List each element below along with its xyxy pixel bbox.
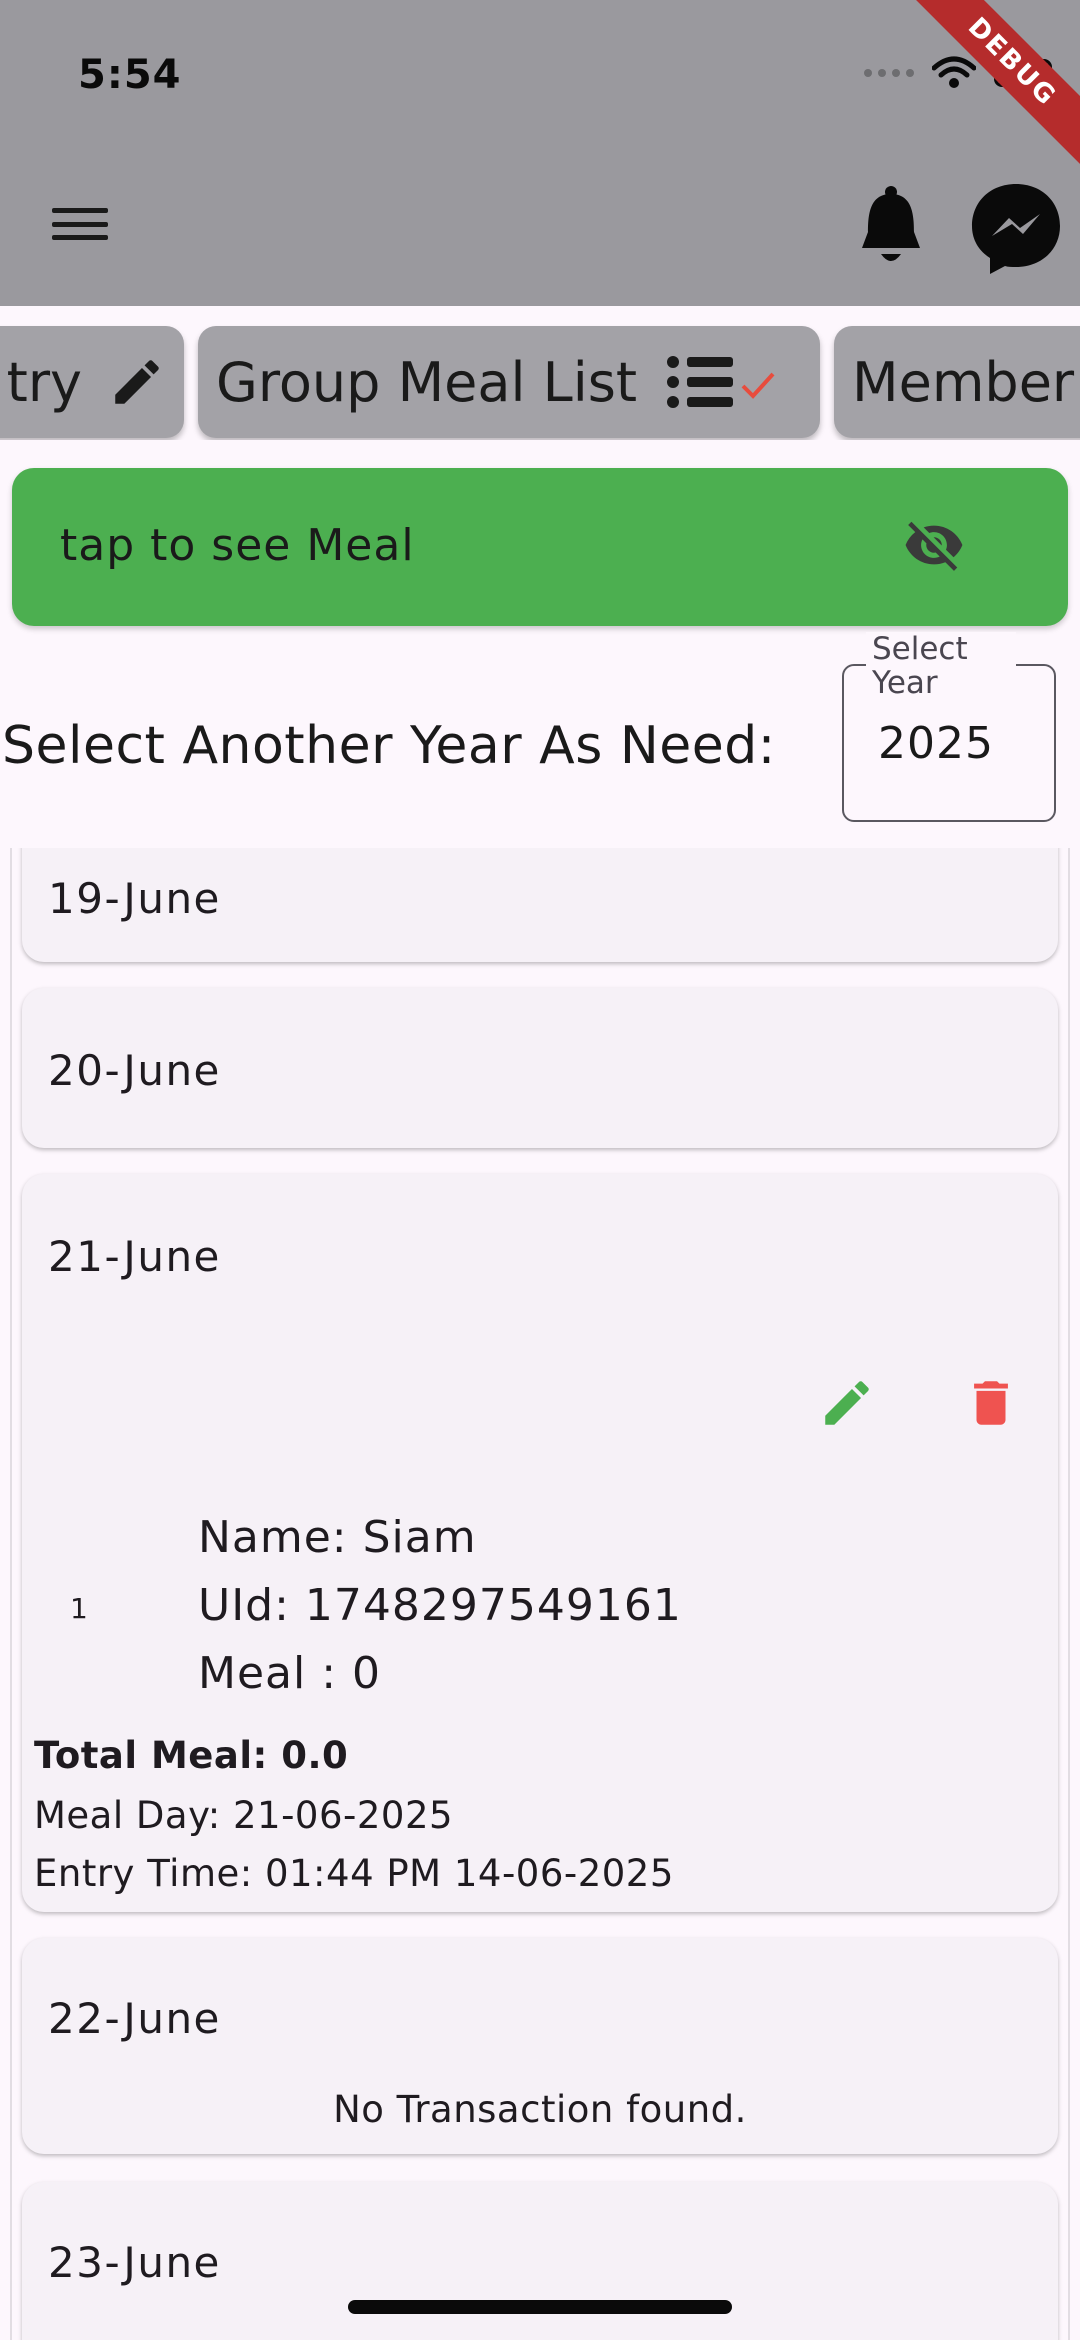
tab-label: try	[6, 350, 82, 414]
pencil-icon	[115, 360, 159, 404]
list-divider	[10, 848, 12, 2340]
select-year-label: Select Another Year As Need:	[2, 716, 776, 776]
no-transaction-text: No Transaction found.	[333, 2088, 747, 2131]
tab-member[interactable]: Member	[834, 326, 1080, 438]
delete-icon[interactable]	[962, 1374, 1020, 1432]
banner-text: tap to see Meal	[60, 520, 415, 571]
wifi-icon	[932, 56, 976, 88]
app-bar: 5:54 DEBUG	[0, 0, 1080, 306]
messenger-icon[interactable]	[966, 178, 1066, 278]
tab-entry[interactable]: try	[0, 326, 184, 438]
entry-meal: Meal : 0	[198, 1648, 382, 1699]
edit-icon[interactable]	[818, 1374, 876, 1432]
meal-day-date: 22-June	[48, 1994, 221, 2043]
year-field-label: Select Year	[866, 632, 1016, 700]
notification-bell-icon[interactable]	[856, 184, 926, 270]
home-indicator[interactable]	[348, 2300, 732, 2314]
meal-day-card[interactable]: 21-June 1 Name: Siam UId: 1748297549161 …	[22, 1174, 1058, 1912]
total-meal: Total Meal: 0.0	[34, 1734, 349, 1777]
year-value: 2025	[878, 718, 994, 769]
tab-label: Group Meal List	[216, 350, 638, 414]
year-select-field[interactable]: Select Year 2025	[842, 632, 1056, 822]
meal-day-card[interactable]: 20-June	[22, 988, 1058, 1148]
meal-day-card[interactable]: 22-June No Transaction found.	[22, 1938, 1058, 2154]
meal-day-date: 23-June	[48, 2238, 221, 2287]
meal-day: Meal Day: 21-06-2025	[34, 1794, 454, 1837]
meal-day-card[interactable]: 19-June	[22, 848, 1058, 962]
list-check-icon	[667, 356, 775, 408]
meal-day-date: 19-June	[48, 874, 221, 923]
status-time: 5:54	[78, 52, 182, 98]
eye-off-icon	[905, 521, 963, 571]
tap-to-see-meal-banner[interactable]: tap to see Meal	[12, 468, 1068, 626]
entry-name: Name: Siam	[198, 1512, 477, 1563]
meal-day-card[interactable]: 23-June	[22, 2182, 1058, 2340]
meal-day-date: 20-June	[48, 1046, 221, 1095]
menu-button[interactable]	[52, 204, 108, 244]
tab-bar: try Group Meal List Member	[0, 322, 1080, 440]
tab-group-meal-list[interactable]: Group Meal List	[198, 326, 820, 438]
entry-time: Entry Time: 01:44 PM 14-06-2025	[34, 1852, 674, 1895]
signal-icon	[864, 69, 914, 77]
entry-index: 1	[70, 1592, 88, 1625]
list-divider	[1068, 848, 1070, 2340]
tab-label: Member	[852, 350, 1075, 414]
meal-day-list[interactable]: 19-June 20-June 21-June 1 Name: Siam UId…	[0, 848, 1080, 2340]
entry-uid: UId: 1748297549161	[198, 1580, 682, 1631]
meal-day-date: 21-June	[48, 1232, 221, 1281]
